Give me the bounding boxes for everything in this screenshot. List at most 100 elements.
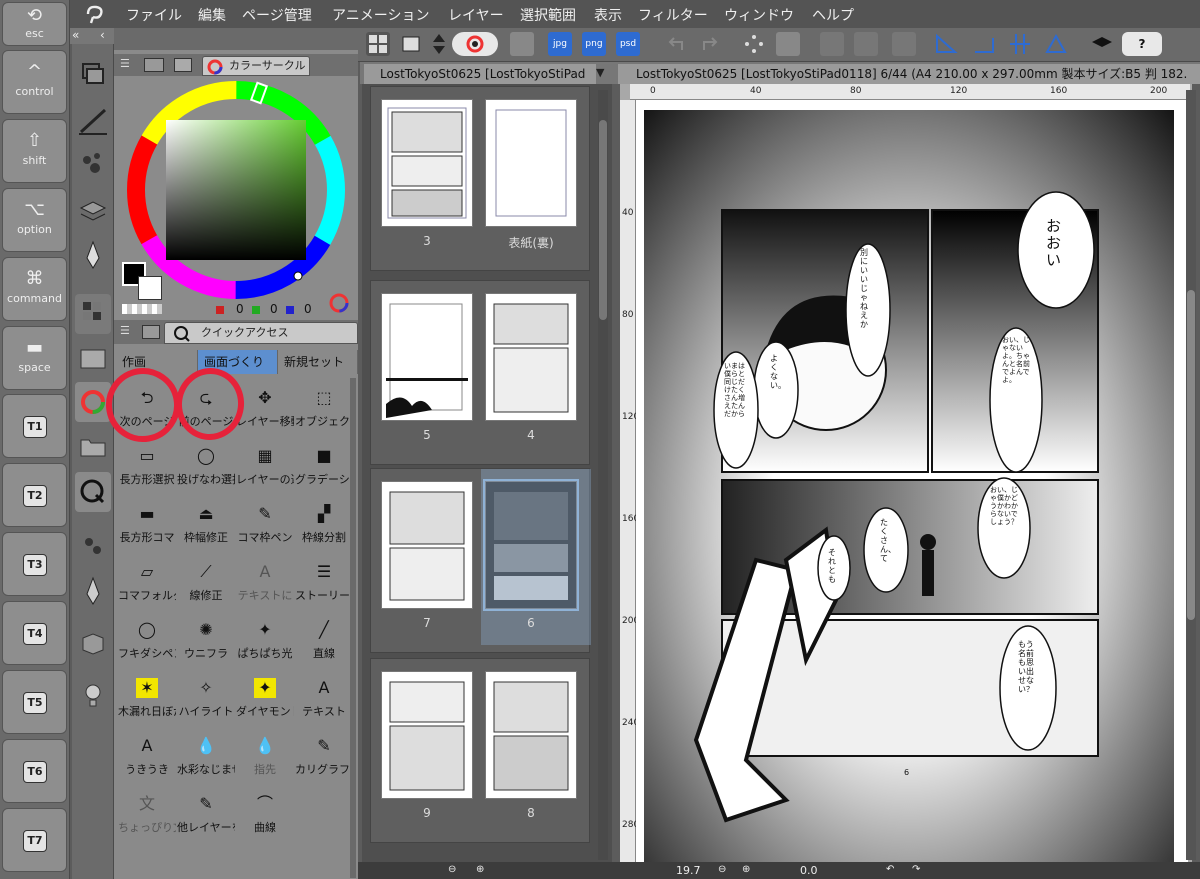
menu-help[interactable]: ヘルプ [812, 5, 854, 25]
export-jpg-icon[interactable]: jpg [548, 32, 572, 56]
quick-access-item[interactable]: ✧ ハイライト [177, 672, 235, 724]
t4-key[interactable]: T4 [2, 601, 67, 665]
quick-access-item[interactable]: ✦ ぱちぱち光 [236, 614, 294, 666]
light-bulb-icon[interactable] [75, 676, 111, 716]
quick-access-item[interactable]: 文ちょっぴり文字 [118, 788, 176, 840]
zoom-out-icon[interactable]: ⊖ [448, 864, 456, 875]
page-list-tab[interactable]: LostTokyoSt0625 [LostTokyoStiPad [364, 64, 596, 84]
quick-access-icon[interactable] [75, 472, 111, 512]
rotation-value[interactable]: 0.0 [800, 864, 818, 877]
panel-options-icon[interactable] [340, 46, 358, 64]
quick-access-item[interactable]: ▬ 長方形コマ [118, 498, 176, 550]
menu-view[interactable]: 表示 [594, 5, 622, 25]
page-spread[interactable]: 5 4 [370, 280, 590, 465]
menu-filter[interactable]: フィルター [638, 5, 708, 25]
quick-access-item[interactable]: A テキストに [236, 556, 294, 608]
page-thumbnail[interactable] [485, 99, 577, 227]
up-down-icon[interactable] [430, 32, 448, 56]
t6-key[interactable]: T6 [2, 739, 67, 803]
quick-access-item[interactable]: ✎ カリグラフィ [295, 730, 353, 782]
page-thumbnail[interactable] [381, 671, 473, 799]
canvas-zoom-out-icon[interactable]: ⊖ [718, 864, 726, 875]
palette-grid-icon[interactable] [144, 58, 164, 72]
ruler-snap-icon[interactable] [934, 32, 958, 56]
fill-icon[interactable] [854, 32, 878, 56]
page-thumbnail[interactable] [381, 481, 473, 609]
quick-access-item[interactable]: ✎ 他レイヤーを [177, 788, 235, 840]
quick-access-item[interactable]: ▭ 長方形選択 [118, 440, 176, 492]
help-icon[interactable]: ? [1122, 32, 1162, 56]
menu-edit[interactable]: 編集 [198, 5, 226, 25]
t1-key[interactable]: T1 [2, 394, 67, 458]
loading-dots-icon[interactable] [742, 32, 766, 56]
folder-icon[interactable] [75, 426, 111, 466]
rotate-right-icon[interactable]: ↷ [912, 864, 920, 875]
export-png-icon[interactable]: png [582, 32, 606, 56]
quick-access-item[interactable]: ⟋ 線修正 [177, 556, 235, 608]
clear-selection-icon[interactable] [820, 32, 844, 56]
quick-access-item[interactable]: ✎ コマ枠ペン [236, 498, 294, 550]
space-key[interactable]: ▬ space [2, 326, 67, 390]
page-list-scrollbar[interactable] [598, 90, 608, 860]
manga-page[interactable]: おおい 別にいいじゃねえか よくない。 いまは僕らと同じだけたくさん増えたんだか… [636, 100, 1188, 866]
sv-handle[interactable] [293, 271, 303, 281]
layer-tab-icon[interactable] [142, 325, 160, 339]
quick-access-item[interactable]: A テキスト [295, 672, 353, 724]
layers-stack-icon[interactable] [75, 54, 111, 94]
t5-key[interactable]: T5 [2, 670, 67, 734]
quick-access-tab[interactable]: クイックアクセス [164, 322, 358, 344]
canvas-scrollbar[interactable] [1186, 90, 1196, 860]
quick-access-item[interactable]: ⬚ オブジェクト [295, 382, 353, 434]
panel-menu-icon-2[interactable]: ☰ [120, 324, 130, 337]
app-logo-icon[interactable] [84, 4, 106, 24]
image-tab-icon[interactable] [174, 58, 192, 72]
esc-key[interactable]: ⟲ esc [2, 2, 67, 46]
cloud-sync-icon[interactable] [452, 32, 498, 56]
color-circle-tab[interactable]: カラーサークル [202, 56, 310, 76]
transform-icon[interactable] [776, 32, 800, 56]
quick-access-item[interactable]: ✶ 木漏れ日ぼかし [118, 672, 176, 724]
grid-snap-icon[interactable] [1008, 32, 1032, 56]
menu-selection[interactable]: 選択範囲 [520, 5, 576, 25]
zoom-in-icon[interactable]: ⊕ [476, 864, 484, 875]
page-thumbnail[interactable] [485, 671, 577, 799]
grid-view-icon[interactable] [366, 32, 390, 56]
control-key[interactable]: ^ control [2, 50, 67, 114]
redo-icon[interactable] [698, 32, 722, 56]
menu-file[interactable]: ファイル [126, 5, 182, 25]
quick-access-item[interactable]: ◯ フキダシペン [118, 614, 176, 666]
special-ruler-icon[interactable] [972, 32, 996, 56]
menu-window[interactable]: ウィンドウ [724, 5, 794, 25]
quick-access-item[interactable]: 💧 指先 [236, 730, 294, 782]
page-spread[interactable]: 7 6 [370, 468, 591, 653]
quick-access-item[interactable]: ▦ レイヤーの選択 [236, 440, 294, 492]
color-mode-icon[interactable] [328, 292, 350, 314]
zoom-value[interactable]: 19.7 [676, 864, 701, 877]
layer-panel-icon[interactable] [75, 192, 111, 232]
quick-access-item[interactable]: ⏏ 枠幅修正 [177, 498, 235, 550]
rotate-left-icon[interactable]: ↶ [886, 864, 894, 875]
quick-access-item[interactable]: ╱ 直線 [295, 614, 353, 666]
box-3d-icon[interactable] [75, 624, 111, 664]
set-tab-new[interactable]: 新規セット [278, 350, 358, 374]
pen-tool-icon[interactable] [75, 572, 111, 612]
perspective-icon[interactable] [1044, 32, 1068, 56]
sub-tool-sparkle-icon[interactable] [75, 528, 111, 568]
transparent-swatch[interactable] [122, 304, 162, 314]
navigator-icon[interactable] [75, 294, 111, 334]
page-thumbnail[interactable] [381, 293, 473, 421]
collapse-left-icon[interactable]: « [72, 28, 79, 42]
brush-stroke-icon[interactable] [75, 102, 111, 142]
shift-key[interactable]: ⇧ shift [2, 119, 67, 183]
quick-access-item[interactable]: ☰ ストーリーエディタ [295, 556, 353, 608]
page-spread[interactable]: 9 8 [370, 658, 590, 843]
page-edit-icon[interactable] [400, 32, 424, 56]
save-icon[interactable] [510, 32, 534, 56]
menu-page[interactable]: ページ管理 [242, 5, 312, 25]
canvas-tab[interactable]: LostTokyoSt0625 [LostTokyoStiPad0118] 6/… [618, 64, 1200, 84]
quick-access-item[interactable]: ▞ 枠線分割 [295, 498, 353, 550]
image-panel-icon[interactable] [75, 340, 111, 380]
material-sparkle-icon[interactable] [75, 144, 111, 184]
option-key[interactable]: ⌥ option [2, 188, 67, 252]
quick-access-item[interactable]: ✺ ウニフラ [177, 614, 235, 666]
